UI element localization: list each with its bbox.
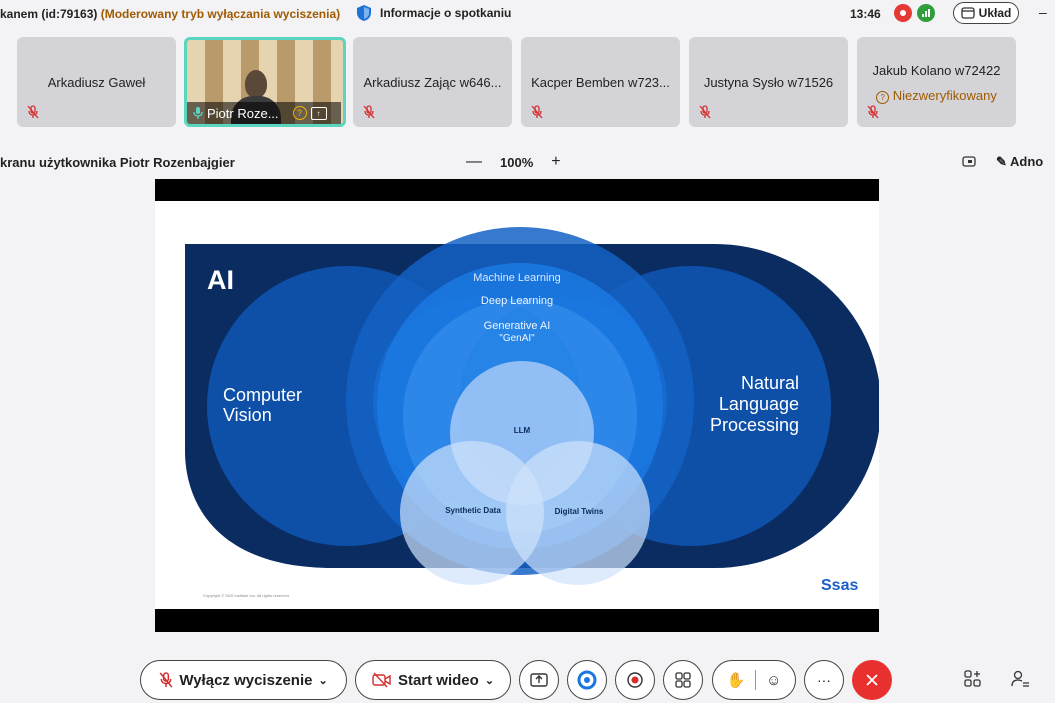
raise-hand-icon: ✋ bbox=[726, 672, 746, 689]
mic-off-icon bbox=[27, 105, 39, 119]
meeting-info-button[interactable]: Informacje o spotkaniu bbox=[356, 4, 511, 22]
close-icon bbox=[866, 674, 878, 686]
participant-name: Piotr Roze... bbox=[207, 105, 279, 121]
participant-name: Arkadiusz Zając w646... bbox=[363, 75, 502, 90]
participant-name: Jakub Kolano w72422 bbox=[872, 63, 1001, 78]
reactions-button[interactable]: ✋ ☺ bbox=[712, 660, 796, 700]
participant-name: Arkadiusz Gaweł bbox=[47, 75, 146, 90]
nlp-label: Language bbox=[719, 394, 799, 414]
ellipsis-icon: ··· bbox=[817, 672, 831, 688]
layout-label: Układ bbox=[978, 6, 1012, 20]
share-title: kranu użytkownika Piotr Rozenbajgier bbox=[0, 155, 235, 170]
chevron-down-icon: ⌄ bbox=[484, 674, 495, 687]
meeting-title: kanem (id:79163) (Moderowany tryb wyłącz… bbox=[0, 7, 340, 21]
help-icon: ? bbox=[876, 91, 890, 104]
mic-on-icon bbox=[193, 107, 203, 119]
participants-icon[interactable] bbox=[1010, 669, 1030, 689]
mic-off-icon bbox=[159, 672, 173, 688]
unmute-label: Wyłącz wyciszenie bbox=[179, 671, 313, 689]
generative-ai-label: Generative AI bbox=[484, 320, 551, 332]
unverified-badge: ? Niezweryfikowany bbox=[857, 88, 1016, 104]
mic-off-icon bbox=[363, 105, 375, 119]
zoom-level: 100% bbox=[500, 154, 534, 170]
video-off-icon bbox=[372, 672, 391, 688]
participant-tile[interactable]: Kacper Bemben w723... bbox=[521, 37, 680, 127]
network-signal-icon[interactable] bbox=[917, 4, 935, 22]
ai-assistant-icon bbox=[577, 670, 597, 690]
divider bbox=[755, 670, 757, 690]
start-video-button[interactable]: Start wideo ⌄ bbox=[355, 660, 511, 700]
help-icon: ? bbox=[292, 106, 307, 120]
record-icon bbox=[627, 672, 643, 688]
share-bar: kranu użytkownika Piotr Rozenbajgier — 1… bbox=[0, 152, 1055, 174]
participant-tile[interactable]: Jakub Kolano w72422 ? Niezweryfikowany bbox=[857, 37, 1016, 127]
share-right-tools: ✎ Adno bbox=[962, 154, 1043, 170]
deep-learning-label: Deep Learning bbox=[481, 295, 553, 307]
sas-logo: Ssas bbox=[821, 577, 859, 594]
record-button[interactable] bbox=[615, 660, 655, 700]
synthetic-data-label: Synthetic Data bbox=[445, 506, 501, 515]
meeting-controls: Wyłącz wyciszenie ⌄ Start wideo ⌄ ✋ ☺ ··… bbox=[0, 660, 1055, 700]
participant-tile[interactable]: Justyna Sysło w71526 bbox=[689, 37, 848, 127]
shared-screen: AI Computer Vision Natural Language Proc… bbox=[155, 179, 879, 632]
leave-meeting-button[interactable] bbox=[852, 660, 892, 700]
minimize-icon[interactable]: – bbox=[1039, 4, 1047, 20]
participant-strip: Arkadiusz Gaweł Piotr Roze... ? ↑ Arkadi… bbox=[0, 37, 1055, 127]
annotate-label: Adno bbox=[1010, 154, 1044, 169]
machine-learning-label: Machine Learning bbox=[473, 272, 560, 284]
ai-venn-diagram: AI Computer Vision Natural Language Proc… bbox=[185, 227, 879, 585]
computer-vision-label: Computer bbox=[223, 385, 302, 405]
nlp-label: Natural bbox=[741, 373, 799, 393]
participant-tile[interactable]: Arkadiusz Zając w646... bbox=[353, 37, 512, 127]
nlp-label: Processing bbox=[710, 415, 799, 435]
participant-tile[interactable]: Arkadiusz Gaweł bbox=[17, 37, 176, 127]
emoji-icon: ☺ bbox=[766, 671, 782, 689]
copyright-text: Copyright © SAS Institute Inc. All right… bbox=[203, 593, 290, 598]
layout-icon bbox=[961, 7, 975, 19]
clock: 13:46 bbox=[850, 7, 881, 21]
person-head bbox=[245, 70, 267, 98]
mic-off-icon bbox=[531, 105, 543, 119]
participant-video-tile[interactable]: Piotr Roze... ? ↑ bbox=[184, 37, 346, 127]
popout-icon[interactable] bbox=[962, 156, 976, 168]
share-screen-icon bbox=[530, 673, 548, 687]
more-options-button[interactable]: ··· bbox=[804, 660, 844, 700]
digital-twins-label: Digital Twins bbox=[555, 507, 604, 516]
video-name-bar: Piotr Roze... ? ↑ bbox=[187, 102, 341, 124]
chevron-down-icon: ⌄ bbox=[318, 674, 328, 687]
llm-label: LLM bbox=[514, 426, 531, 435]
computer-vision-label: Vision bbox=[223, 405, 272, 425]
shield-icon bbox=[357, 5, 371, 21]
recording-icon[interactable] bbox=[894, 4, 912, 22]
apps-grid-icon bbox=[675, 672, 691, 688]
annotate-button[interactable]: ✎ Adno bbox=[996, 154, 1043, 170]
zoom-controls: — 100% + bbox=[466, 153, 561, 171]
meeting-mode: (Moderowany tryb wyłączania wyciszenia) bbox=[100, 7, 341, 21]
mic-off-icon bbox=[699, 105, 711, 119]
top-bar: kanem (id:79163) (Moderowany tryb wyłącz… bbox=[0, 0, 1055, 28]
meeting-info-label: Informacje o spotkaniu bbox=[380, 6, 512, 20]
webex-ai-button[interactable] bbox=[567, 660, 607, 700]
start-video-label: Start wideo bbox=[397, 671, 479, 689]
share-button[interactable] bbox=[519, 660, 559, 700]
add-apps-icon[interactable] bbox=[963, 669, 983, 689]
unverified-label: Niezweryfikowany bbox=[892, 88, 997, 103]
participant-name: Justyna Sysło w71526 bbox=[703, 75, 834, 90]
apps-button[interactable] bbox=[663, 660, 703, 700]
zoom-out-button[interactable]: — bbox=[466, 153, 482, 171]
participant-name: Kacper Bemben w723... bbox=[531, 75, 670, 90]
layout-button[interactable]: Układ bbox=[953, 2, 1019, 24]
unmute-button[interactable]: Wyłącz wyciszenie ⌄ bbox=[140, 660, 347, 700]
genai-label: "GenAI" bbox=[499, 333, 535, 344]
ai-label: AI bbox=[207, 265, 234, 295]
zoom-in-button[interactable]: + bbox=[551, 153, 560, 171]
slide: AI Computer Vision Natural Language Proc… bbox=[155, 201, 879, 609]
mic-off-icon bbox=[867, 105, 879, 119]
share-screen-icon: ↑ bbox=[310, 106, 327, 120]
pen-icon: ✎ bbox=[996, 154, 1011, 169]
meeting-id: kanem (id:79163) bbox=[0, 7, 98, 21]
